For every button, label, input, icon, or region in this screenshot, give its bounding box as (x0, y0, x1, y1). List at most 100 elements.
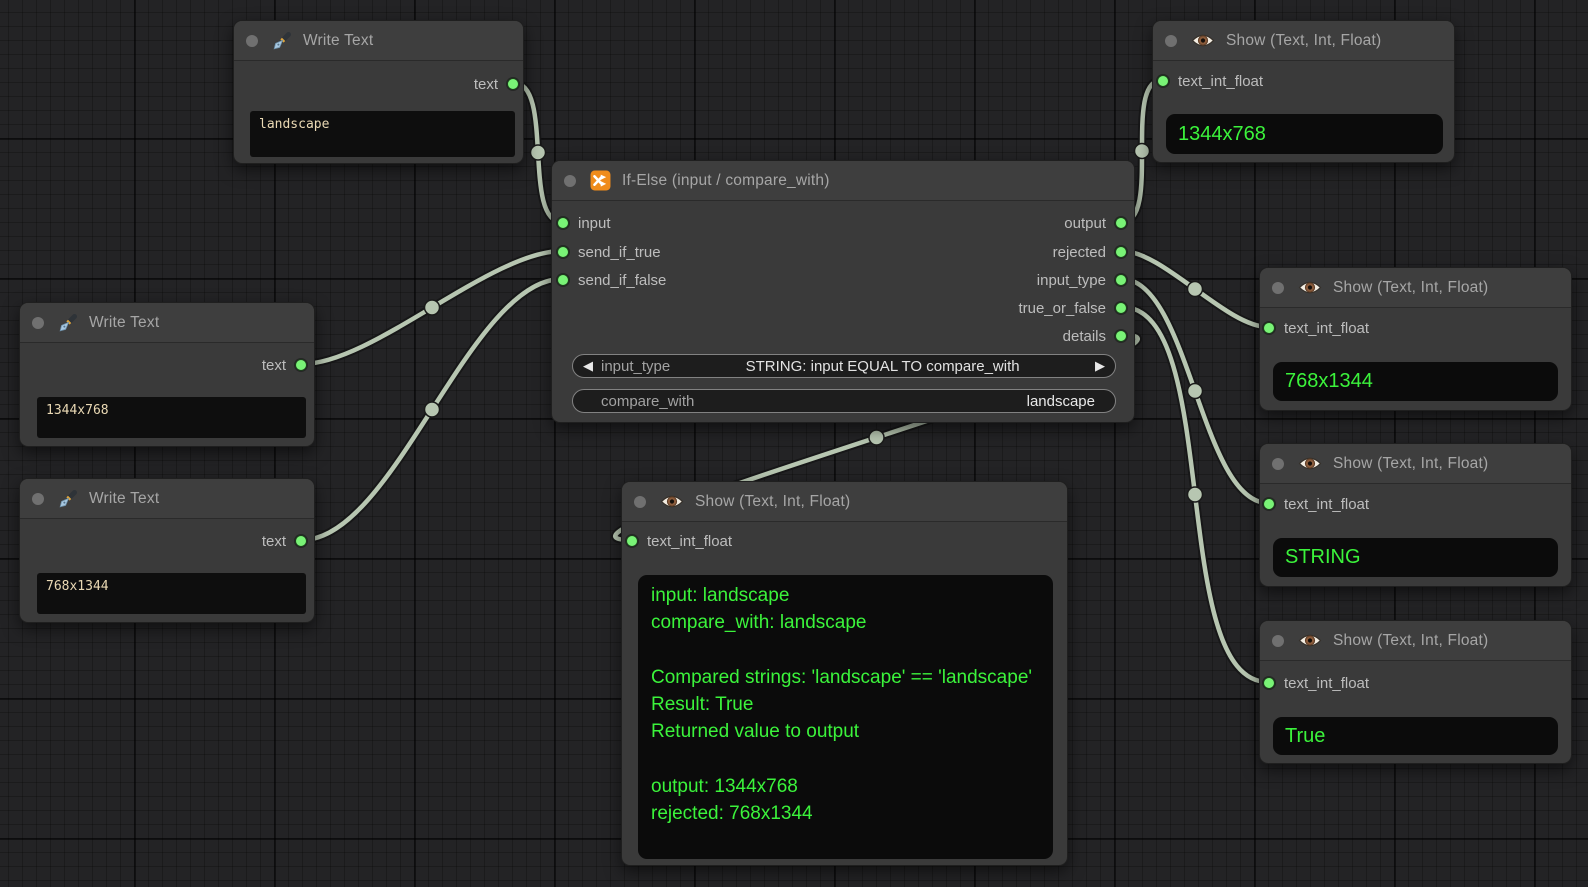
collapse-dot[interactable] (32, 493, 44, 505)
node-title: Write Text (89, 490, 159, 508)
slot-label: text (262, 533, 286, 550)
show-value-display: STRING (1273, 538, 1558, 577)
input-slot-send-if-true: send_if_true (557, 241, 661, 263)
node-write-text-1344x768[interactable]: Write Text text 1344x768 (19, 302, 315, 447)
shuffle-icon (590, 170, 611, 191)
slot-label: text (262, 357, 286, 374)
output-port-text[interactable] (507, 78, 519, 90)
field-label: compare_with (601, 393, 694, 410)
pen-icon (272, 31, 292, 51)
node-title: If-Else (input / compare_with) (622, 172, 830, 190)
collapse-dot[interactable] (634, 496, 646, 508)
output-port-output[interactable] (1115, 217, 1127, 229)
node-header: Show (Text, Int, Float) (1153, 21, 1454, 61)
node-show-details[interactable]: Show (Text, Int, Float) text_int_float i… (621, 481, 1068, 866)
slot-label: text_int_float (1284, 320, 1369, 337)
slot-label: output (1064, 215, 1106, 232)
output-port-input-type[interactable] (1115, 274, 1127, 286)
slot-label: text_int_float (1284, 675, 1369, 692)
slot-label: input_type (1037, 272, 1106, 289)
collapse-dot[interactable] (1165, 35, 1177, 47)
collapse-dot[interactable] (564, 175, 576, 187)
output-slot-true-or-false: true_or_false (1018, 297, 1127, 319)
input-slot-text-int-float: text_int_float (1263, 317, 1369, 339)
eye-icon (1298, 455, 1322, 472)
collapse-dot[interactable] (1272, 635, 1284, 647)
node-title: Show (Text, Int, Float) (1226, 32, 1381, 50)
input-slot-text-int-float: text_int_float (1157, 70, 1263, 92)
compare-with-field-widget[interactable]: compare_with landscape (572, 389, 1116, 413)
show-value-display: 1344x768 (1166, 114, 1443, 154)
output-port-text[interactable] (295, 535, 307, 547)
output-port-rejected[interactable] (1115, 246, 1127, 258)
combo-value: STRING: input EQUAL TO compare_with (670, 358, 1095, 375)
pen-icon (58, 489, 78, 509)
slot-label: text_int_float (1178, 73, 1263, 90)
node-title: Show (Text, Int, Float) (1333, 279, 1488, 297)
input-port-text-int-float[interactable] (1263, 498, 1275, 510)
output-slot-rejected: rejected (1053, 241, 1127, 263)
show-value-display: 768x1344 (1273, 362, 1558, 401)
node-header: Show (Text, Int, Float) (1260, 268, 1571, 308)
node-header: Show (Text, Int, Float) (1260, 621, 1571, 661)
node-show-true-or-false[interactable]: Show (Text, Int, Float) text_int_float T… (1259, 620, 1572, 764)
collapse-dot[interactable] (246, 35, 258, 47)
text-value-widget[interactable]: 768x1344 (37, 573, 306, 614)
eye-icon (660, 493, 684, 510)
input-port-text-int-float[interactable] (1263, 677, 1275, 689)
input-port-text-int-float[interactable] (626, 535, 638, 547)
eye-icon (1191, 32, 1215, 49)
collapse-dot[interactable] (1272, 458, 1284, 470)
slot-label: input (578, 215, 611, 232)
node-show-input-type[interactable]: Show (Text, Int, Float) text_int_float S… (1259, 443, 1572, 587)
input-type-combo-widget[interactable]: ◀ input_type STRING: input EQUAL TO comp… (572, 354, 1116, 378)
output-port-details[interactable] (1115, 330, 1127, 342)
field-value: landscape (694, 393, 1095, 410)
collapse-dot[interactable] (1272, 282, 1284, 294)
input-port-text-int-float[interactable] (1263, 322, 1275, 334)
input-port-input[interactable] (557, 217, 569, 229)
node-title: Show (Text, Int, Float) (1333, 455, 1488, 473)
input-slot-text-int-float: text_int_float (1263, 493, 1369, 515)
node-header: If-Else (input / compare_with) (552, 161, 1134, 201)
input-port-send-if-false[interactable] (557, 274, 569, 286)
text-value-widget[interactable]: 1344x768 (37, 397, 306, 438)
node-title: Show (Text, Int, Float) (695, 493, 850, 511)
pen-icon (58, 313, 78, 333)
show-value-display: True (1273, 717, 1558, 755)
output-slot-text: text (474, 73, 519, 95)
output-slot-details: details (1063, 325, 1127, 347)
slot-label: details (1063, 328, 1106, 345)
node-if-else[interactable]: If-Else (input / compare_with) input sen… (551, 160, 1135, 423)
eye-icon (1298, 279, 1322, 296)
node-graph-canvas[interactable]: Write Text text landscape Write Text tex… (0, 0, 1588, 887)
node-header: Write Text (20, 303, 314, 343)
slot-label: text_int_float (1284, 496, 1369, 513)
output-slot-text: text (262, 354, 307, 376)
input-port-send-if-true[interactable] (557, 246, 569, 258)
output-slot-text: text (262, 530, 307, 552)
output-port-text[interactable] (295, 359, 307, 371)
slot-label: text (474, 76, 498, 93)
input-port-text-int-float[interactable] (1157, 75, 1169, 87)
node-write-text-landscape[interactable]: Write Text text landscape (233, 20, 524, 164)
node-header: Show (Text, Int, Float) (1260, 444, 1571, 484)
combo-prev-arrow-icon[interactable]: ◀ (583, 360, 593, 373)
slot-label: send_if_false (578, 272, 666, 289)
input-slot-text-int-float: text_int_float (1263, 672, 1369, 694)
combo-next-arrow-icon[interactable]: ▶ (1095, 360, 1105, 373)
slot-label: rejected (1053, 244, 1106, 261)
node-show-rejected[interactable]: Show (Text, Int, Float) text_int_float 7… (1259, 267, 1572, 411)
output-port-true-or-false[interactable] (1115, 302, 1127, 314)
node-show-output[interactable]: Show (Text, Int, Float) text_int_float 1… (1152, 20, 1455, 163)
text-value-widget[interactable]: landscape (250, 111, 515, 157)
node-header: Write Text (20, 479, 314, 519)
collapse-dot[interactable] (32, 317, 44, 329)
node-header: Write Text (234, 21, 523, 61)
show-details-display: input: landscape compare_with: landscape… (638, 575, 1053, 859)
node-write-text-768x1344[interactable]: Write Text text 768x1344 (19, 478, 315, 623)
input-slot-send-if-false: send_if_false (557, 269, 666, 291)
slot-label: text_int_float (647, 533, 732, 550)
node-title: Write Text (303, 32, 373, 50)
node-title: Show (Text, Int, Float) (1333, 632, 1488, 650)
